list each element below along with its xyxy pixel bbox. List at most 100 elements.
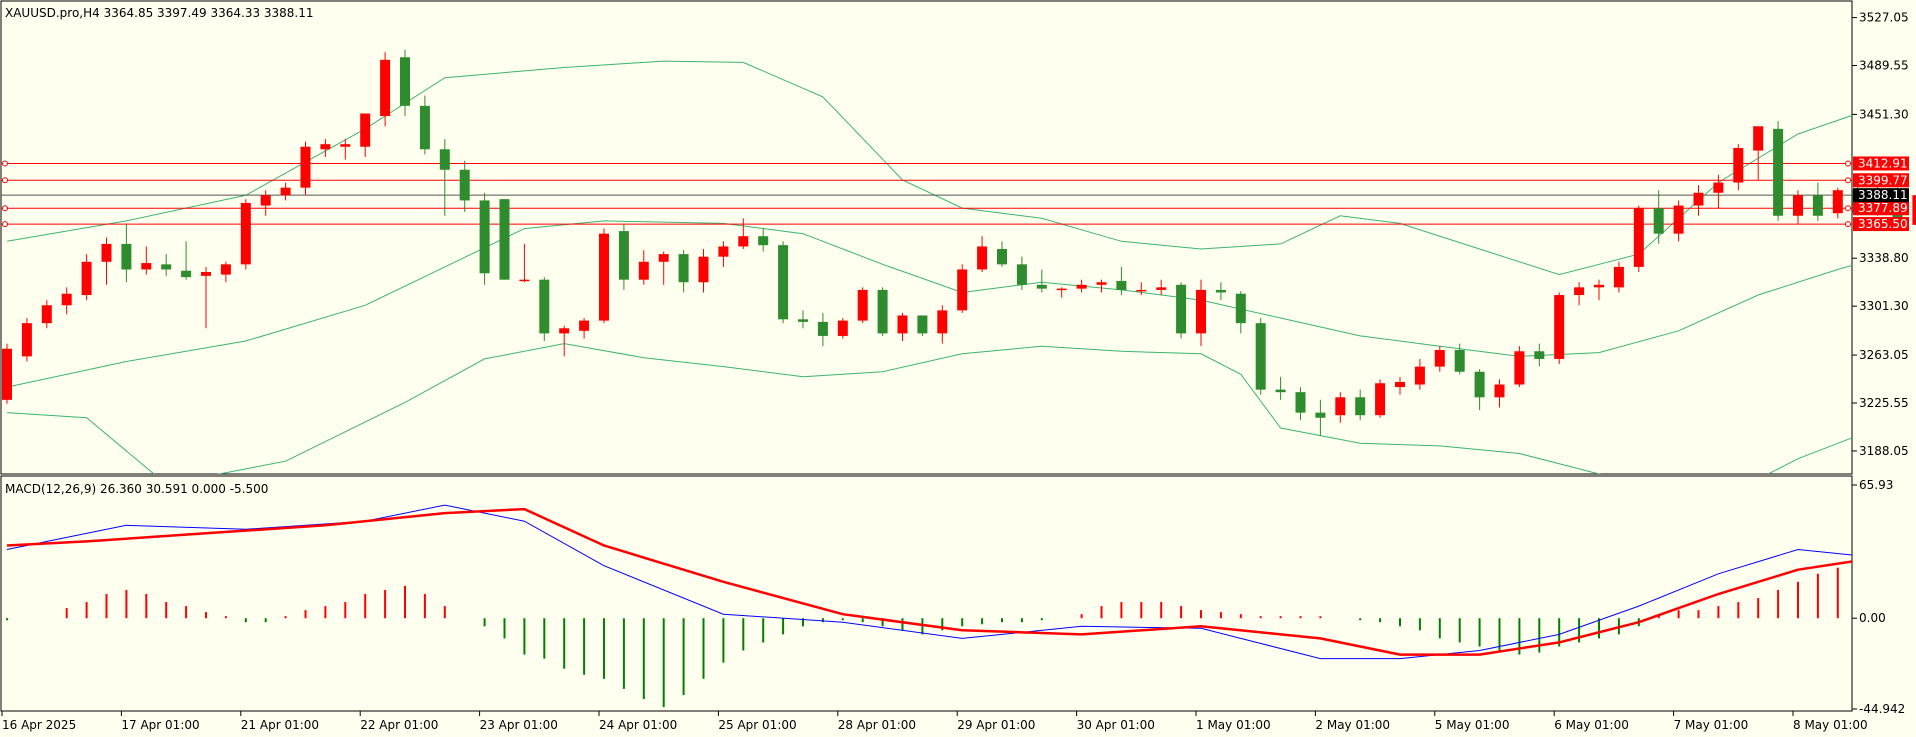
candle-body xyxy=(718,246,729,257)
candle-body xyxy=(260,195,271,206)
candle-body xyxy=(499,199,510,280)
time-tick-label: 30 Apr 01:00 xyxy=(1077,718,1155,732)
price-tick-label: 3225.55 xyxy=(1859,396,1909,410)
candle xyxy=(300,141,311,196)
candle xyxy=(778,241,789,324)
candle-body xyxy=(977,246,988,270)
candle-body xyxy=(1136,289,1147,292)
candle xyxy=(957,264,968,313)
candle-body xyxy=(121,243,132,270)
candle-body xyxy=(479,200,490,274)
candle-body xyxy=(1255,323,1266,390)
candle-body xyxy=(937,310,948,334)
chart-background xyxy=(0,0,1916,737)
candle-body xyxy=(618,231,629,280)
candle-body xyxy=(400,57,410,106)
candle-body xyxy=(1434,349,1445,367)
candle-body xyxy=(1036,284,1047,289)
candle xyxy=(857,287,868,324)
candle-body xyxy=(2,348,12,400)
candle-body xyxy=(539,279,550,334)
candle-body xyxy=(1574,287,1585,296)
candle-body xyxy=(240,202,251,265)
candle-body xyxy=(1016,264,1027,285)
level-anchor-left[interactable] xyxy=(2,160,8,167)
candle-body xyxy=(201,272,211,276)
candle-body xyxy=(1832,190,1843,214)
candle-body xyxy=(1594,284,1604,288)
level-price-label: 3399.77 xyxy=(1858,173,1908,187)
level-anchor-left[interactable] xyxy=(2,205,8,212)
candle xyxy=(499,199,510,280)
candle-body xyxy=(1494,384,1505,398)
candle-body xyxy=(559,328,570,334)
candle xyxy=(1375,379,1386,418)
candle-body xyxy=(419,105,430,150)
time-tick-label: 1 May 01:00 xyxy=(1196,718,1271,732)
time-tick-label: 7 May 01:00 xyxy=(1674,718,1749,732)
candle-body xyxy=(459,169,470,201)
price-tick-label: 3301.30 xyxy=(1859,299,1909,313)
candle-body xyxy=(877,289,888,334)
time-tick-label: 2 May 01:00 xyxy=(1315,718,1390,732)
candle-body xyxy=(340,144,351,147)
level-anchor-right[interactable] xyxy=(1845,177,1851,184)
candle-body xyxy=(1056,288,1067,291)
candle-body xyxy=(1235,293,1246,324)
current-price-label: 3388.11 xyxy=(1858,188,1908,202)
candle-body xyxy=(1534,351,1545,359)
candle-body xyxy=(1673,205,1684,234)
candle-body xyxy=(1395,381,1405,388)
candle-body xyxy=(1912,195,1916,225)
candle-body xyxy=(1176,284,1187,334)
candle-body xyxy=(1315,412,1326,418)
price-tick-label: 3188.05 xyxy=(1859,444,1909,458)
candle-body xyxy=(1196,289,1206,334)
candle xyxy=(2,343,12,404)
time-tick-label: 21 Apr 01:00 xyxy=(241,718,319,732)
level-anchor-right[interactable] xyxy=(1845,205,1851,212)
candle-body xyxy=(1076,284,1087,289)
candle-body xyxy=(758,236,769,246)
candle-body xyxy=(1633,208,1644,267)
candle-body xyxy=(1275,389,1286,393)
price-tick-label: 3451.30 xyxy=(1859,107,1909,121)
candle xyxy=(599,228,609,324)
candle-body xyxy=(1295,392,1306,413)
candle-body xyxy=(957,269,968,311)
candle xyxy=(1773,121,1784,221)
time-tick-label: 24 Apr 01:00 xyxy=(599,718,677,732)
candle-body xyxy=(599,233,609,321)
level-anchor-left[interactable] xyxy=(2,177,8,184)
candle-body xyxy=(1355,397,1366,416)
time-tick-label: 23 Apr 01:00 xyxy=(480,718,558,732)
candle xyxy=(1633,205,1644,273)
level-anchor-right[interactable] xyxy=(1845,221,1851,228)
candle-body xyxy=(1773,128,1784,216)
level-anchor-right[interactable] xyxy=(1845,160,1851,167)
candle-body xyxy=(161,264,172,270)
level-price-label: 3412.91 xyxy=(1858,156,1908,170)
candle-body xyxy=(220,264,231,275)
time-tick-label: 16 Apr 2025 xyxy=(2,718,76,732)
candle xyxy=(917,315,928,336)
candle xyxy=(1554,292,1565,365)
level-price-label: 3365.50 xyxy=(1858,217,1908,231)
candle-body xyxy=(798,319,808,322)
candle xyxy=(240,199,251,270)
macd-tick-label: 0.00 xyxy=(1859,611,1886,625)
candle-body xyxy=(738,236,749,247)
candle-body xyxy=(778,245,789,320)
chart-title: XAUUSD.pro,H4 3364.85 3397.49 3364.33 33… xyxy=(5,6,314,20)
level-anchor-left[interactable] xyxy=(2,221,8,228)
candle-body xyxy=(678,254,689,283)
candle-body xyxy=(101,243,112,262)
candle-body xyxy=(897,315,908,334)
candle-body xyxy=(1474,371,1485,398)
time-tick-label: 5 May 01:00 xyxy=(1435,718,1510,732)
candle-body xyxy=(320,144,331,150)
macd-tick-label: -44.942 xyxy=(1859,702,1905,716)
candle-body xyxy=(997,249,1007,265)
candle xyxy=(1514,346,1525,388)
candle-body xyxy=(1335,397,1346,416)
